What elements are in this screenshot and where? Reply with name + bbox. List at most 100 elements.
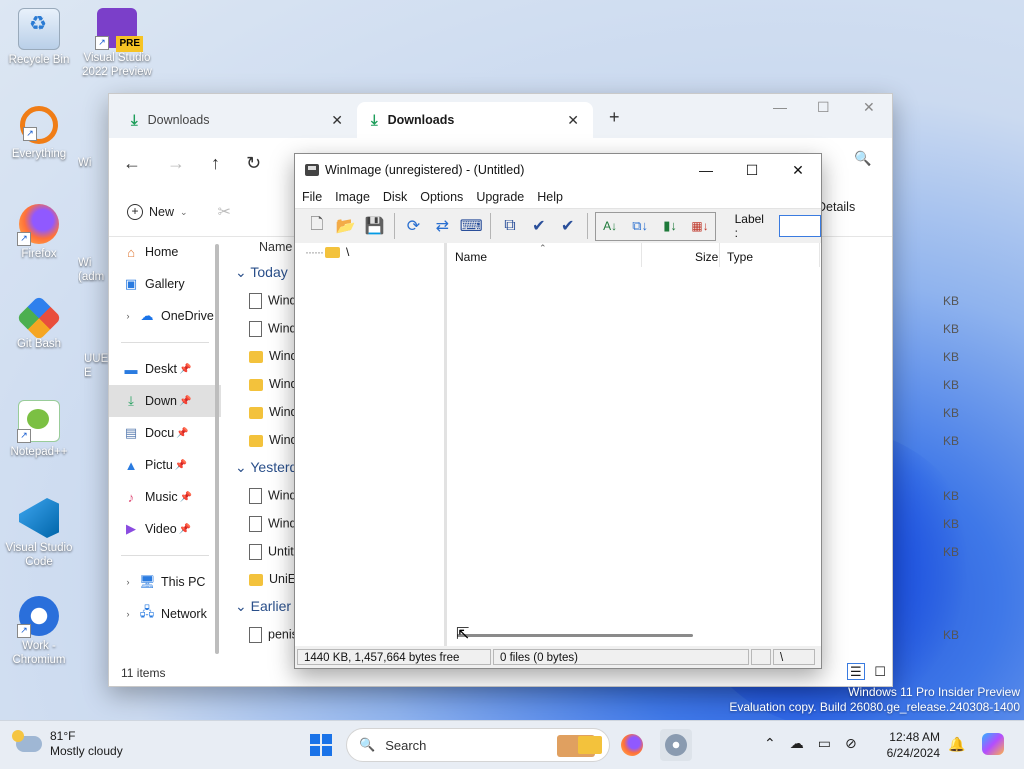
minimize-icon[interactable]: — <box>683 154 729 186</box>
details-view-icon[interactable]: ☰ <box>847 663 865 680</box>
file-row[interactable]: Wind <box>249 321 296 337</box>
sidebar-item-downloads[interactable]: ⤓ Down 📌 <box>109 385 221 417</box>
check-icon[interactable]: ✔ <box>556 214 580 239</box>
taskbar-winimage[interactable] <box>660 729 692 761</box>
explorer-tab-1[interactable]: ⤓ Downloads ✕ <box>117 102 357 138</box>
copilot-icon[interactable] <box>982 733 1004 755</box>
sidebar-item-this-pc[interactable]: › 🖥 This PC <box>109 566 221 598</box>
write-disk-icon[interactable]: ⇄ <box>430 214 454 239</box>
refresh-icon[interactable]: ↻ <box>246 153 261 174</box>
sidebar-item-desktop[interactable]: ▬ Deskt 📌 <box>109 353 221 385</box>
weather-widget[interactable]: 81°F Mostly cloudy <box>12 729 123 759</box>
tiles-view-icon[interactable]: ☐ <box>874 664 886 679</box>
sort-by-name-icon[interactable]: A↓ <box>598 214 623 239</box>
column-header-size[interactable]: Size <box>695 250 718 264</box>
taskbar-file-explorer[interactable] <box>574 729 606 761</box>
new-file-icon[interactable]: 🗋 <box>305 214 329 239</box>
sort-by-date-icon[interactable]: ▦↓ <box>688 214 713 239</box>
up-arrow-icon[interactable]: ↑ <box>211 153 220 174</box>
group-header[interactable]: ⌄ Earlier <box>235 598 291 615</box>
sidebar-item-gallery[interactable]: ▣ Gallery <box>109 268 221 300</box>
label-input[interactable] <box>778 215 822 237</box>
maximize-icon[interactable]: ☐ <box>729 154 775 186</box>
menu-disk[interactable]: Disk <box>378 190 415 204</box>
details-button[interactable]: Details <box>817 200 855 214</box>
notification-bell-icon[interactable]: 🔔 <box>948 736 965 753</box>
explorer-tab-2[interactable]: ⤓ Downloads ✕ <box>357 102 593 138</box>
column-separator[interactable] <box>719 243 720 267</box>
close-tab-icon[interactable]: ✕ <box>331 112 343 129</box>
maximize-icon[interactable]: ☐ <box>817 99 830 116</box>
chevron-up-icon[interactable]: ⌃ <box>764 735 776 752</box>
taskbar-search[interactable]: 🔍 Search <box>346 728 610 762</box>
winimage-title-bar[interactable]: WinImage (unregistered) - (Untitled) — ☐… <box>295 154 821 186</box>
display-icon[interactable]: ▭ <box>818 735 831 752</box>
desktop-icon-vscode[interactable]: Visual Studio Code <box>2 498 76 569</box>
minimize-icon[interactable]: — <box>773 99 787 115</box>
chevron-right-icon[interactable]: › <box>123 577 133 587</box>
new-button[interactable]: + New ⌄ <box>127 204 188 220</box>
save-disk-icon[interactable]: 💾 <box>363 214 387 239</box>
file-row[interactable]: penis <box>249 627 298 643</box>
inject-icon[interactable]: ✔ <box>527 214 551 239</box>
file-row[interactable]: Untit <box>249 544 294 560</box>
sort-by-type-icon[interactable]: ⧉↓ <box>628 214 653 239</box>
chevron-right-icon[interactable]: › <box>123 609 133 619</box>
desktop-icon-notepad-plus-plus[interactable]: ↗ Notepad++ <box>2 400 76 459</box>
menu-file[interactable]: File <box>297 190 330 204</box>
read-disk-icon[interactable]: ⟳ <box>402 214 426 239</box>
back-arrow-icon[interactable]: ← <box>123 153 141 174</box>
sidebar-item-documents[interactable]: ▤ Docu 📌 <box>109 417 221 449</box>
column-header-name[interactable]: Name <box>259 240 292 254</box>
chevron-right-icon[interactable]: › <box>123 311 133 321</box>
desktop-icon-chromium[interactable]: ↗ Work - Chromium <box>2 596 76 667</box>
desktop-icon-partial-1[interactable]: Wi <box>78 156 112 170</box>
column-header-type[interactable]: Type <box>727 250 753 264</box>
sidebar-item-onedrive[interactable]: › ☁ OneDrive <box>109 300 221 332</box>
sidebar-item-pictures[interactable]: ▲ Pictu 📌 <box>109 449 221 481</box>
sidebar-scrollbar[interactable] <box>215 244 219 654</box>
close-tab-icon[interactable]: ✕ <box>567 112 579 129</box>
file-row[interactable]: Wind <box>249 377 297 391</box>
menu-upgrade[interactable]: Upgrade <box>471 190 532 204</box>
network-status-icon[interactable]: ⊘ <box>845 735 857 752</box>
desktop-icon-firefox[interactable]: ↗ Firefox <box>2 204 76 261</box>
file-row[interactable]: Wind <box>249 293 296 309</box>
horizontal-scrollbar[interactable] <box>457 634 693 637</box>
menu-image[interactable]: Image <box>330 190 378 204</box>
cut-icon[interactable]: ✂ <box>218 202 231 222</box>
file-row[interactable]: Wind <box>249 516 296 532</box>
search-icon[interactable]: 🔍 <box>854 150 871 167</box>
desktop-icon-git-bash[interactable]: Git Bash <box>2 295 76 351</box>
sidebar-item-music[interactable]: ♪ Music 📌 <box>109 481 221 513</box>
group-header[interactable]: ⌄ Yesterd <box>235 459 297 476</box>
sort-by-size-icon[interactable]: ▮↓ <box>658 214 683 239</box>
extract-icon[interactable]: ⧉ <box>498 214 522 239</box>
open-folder-icon[interactable]: 📂 <box>334 214 358 239</box>
menu-help[interactable]: Help <box>532 190 571 204</box>
column-header-name[interactable]: Name <box>455 250 487 264</box>
file-row[interactable]: Wind <box>249 433 297 447</box>
tree-item-root[interactable]: ······ \ <box>305 245 349 259</box>
sidebar-item-home[interactable]: ⌂ Home <box>109 236 221 268</box>
desktop-icon-visual-studio[interactable]: PRE ↗ Visual Studio 2022 Preview <box>80 8 154 79</box>
column-separator[interactable] <box>819 243 820 267</box>
taskbar-firefox[interactable] <box>616 729 648 761</box>
close-icon[interactable]: ✕ <box>775 154 821 186</box>
desktop-icon-everything[interactable]: ↗ Everything <box>2 106 76 161</box>
format-disk-icon[interactable]: ⌨ <box>459 214 483 239</box>
forward-arrow-icon[interactable]: → <box>167 153 185 174</box>
menu-options[interactable]: Options <box>415 190 471 204</box>
file-row[interactable]: Wind <box>249 349 297 363</box>
new-tab-icon[interactable]: + <box>609 107 620 128</box>
clock[interactable]: 12:48 AM 6/24/2024 <box>882 729 940 761</box>
onedrive-offline-icon[interactable]: ☁ <box>790 735 804 752</box>
winimage-window[interactable]: WinImage (unregistered) - (Untitled) — ☐… <box>294 153 822 669</box>
group-header[interactable]: ⌄ Today <box>235 264 288 281</box>
sidebar-item-network[interactable]: › 🖧 Network <box>109 598 221 630</box>
file-row[interactable]: Wind <box>249 405 297 419</box>
desktop-icon-partial-2[interactable]: Wi (adm <box>78 256 112 284</box>
file-row[interactable]: Wind <box>249 488 296 504</box>
column-separator[interactable] <box>641 243 642 267</box>
desktop-icon-recycle-bin[interactable]: ♻ Recycle Bin <box>2 8 76 67</box>
